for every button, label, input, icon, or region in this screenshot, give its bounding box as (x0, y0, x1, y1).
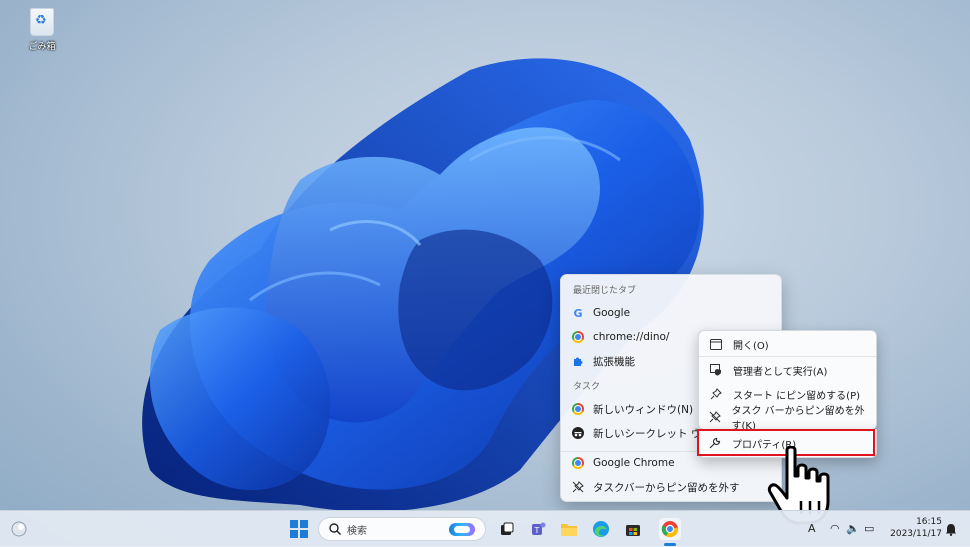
ctx-unpin-taskbar[interactable]: タスク バーからピン留めを外す(K) (703, 406, 872, 432)
ctx-open[interactable]: 開く(O) (703, 333, 872, 355)
context-menu: 開く(O) 管理者として実行(A) スタート にピン留めする(P) タスク バー… (698, 330, 877, 432)
search-label: 検索 (347, 525, 367, 537)
recycle-bin-icon: ♻ (30, 8, 54, 36)
unpin-icon (709, 411, 722, 423)
chrome-icon (661, 521, 679, 538)
clock-time: 16:15 (916, 517, 942, 527)
task-view-icon[interactable] (496, 518, 518, 540)
google-icon: G (573, 306, 583, 320)
battery-icon[interactable]: ▭ (864, 522, 874, 535)
recycle-bin[interactable]: ♻ ごみ箱 (22, 6, 62, 52)
search-icon (329, 523, 341, 535)
copilot-icon (449, 523, 475, 536)
search-box[interactable]: 検索 (318, 517, 486, 541)
widgets-icon[interactable] (8, 518, 30, 540)
puzzle-icon (571, 354, 585, 368)
unpin-icon (571, 480, 585, 494)
clock[interactable]: 16:15 2023/11/17 (880, 516, 942, 540)
window-icon (709, 338, 723, 350)
chrome-taskbar-icon[interactable] (659, 518, 681, 540)
file-explorer-icon[interactable] (558, 518, 580, 540)
teams-icon[interactable]: T (526, 518, 548, 540)
ctx-run-as-admin[interactable]: 管理者として実行(A) (703, 359, 872, 381)
wifi-icon[interactable]: ◠ (830, 522, 840, 535)
clock-date: 2023/11/17 (890, 529, 942, 539)
start-button[interactable] (288, 518, 310, 540)
chrome-icon (571, 330, 585, 344)
shield-icon (709, 364, 723, 376)
recent-tabs-header: 最近閉じたタブ (573, 286, 637, 296)
pin-icon (709, 388, 723, 400)
separator (699, 356, 876, 357)
chrome-icon (571, 456, 585, 470)
taskbar: 検索 T A ◠ 🔈 ▭ 16:15 2023/11/17 (0, 510, 970, 547)
tasks-header: タスク (573, 382, 601, 392)
jump-item-google[interactable]: G Google (567, 302, 775, 324)
store-icon[interactable] (622, 518, 644, 540)
chrome-icon (571, 402, 585, 416)
notification-bell-icon[interactable] (940, 518, 962, 540)
jump-item-unpin[interactable]: タスクバーからピン留めを外す (567, 476, 775, 498)
incognito-icon (571, 426, 585, 440)
recycle-bin-label: ごみ箱 (28, 42, 56, 52)
svg-text:T: T (534, 526, 540, 535)
volume-icon[interactable]: 🔈 (846, 522, 860, 535)
edge-icon[interactable] (590, 518, 612, 540)
windows-logo-icon (290, 520, 308, 538)
ime-mode-icon[interactable]: A (808, 522, 816, 535)
